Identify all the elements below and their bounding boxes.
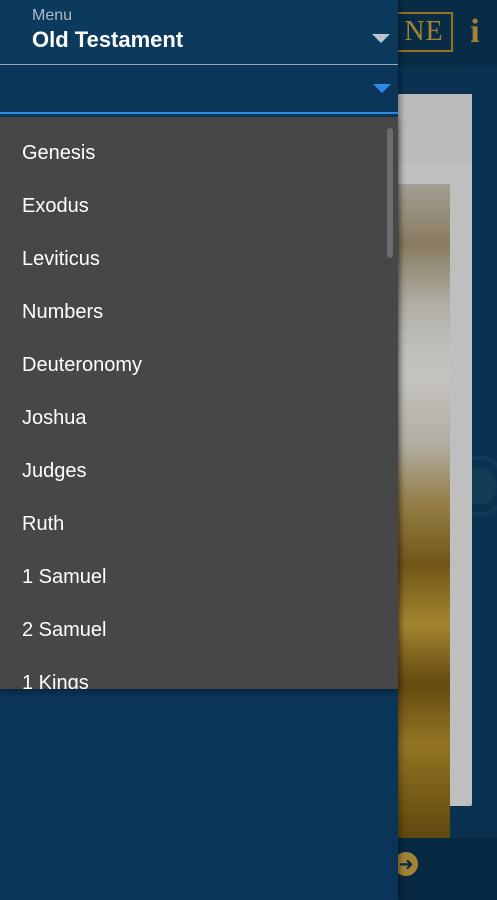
book-selector[interactable] — [0, 65, 398, 113]
dropdown-scrollbar[interactable] — [387, 128, 393, 258]
dropdown-item-numbers[interactable]: Numbers — [0, 286, 398, 339]
menu-caption: Menu — [32, 7, 73, 24]
dropdown-item-1-kings[interactable]: 1 Kings — [0, 657, 398, 689]
dropdown-item-ruth[interactable]: Ruth — [0, 498, 398, 551]
book-selector-underline — [0, 112, 398, 114]
dropdown-item-deuteronomy[interactable]: Deuteronomy — [0, 339, 398, 392]
app-screen: NE i ➜ Menu Old Testament Genesis Exodus… — [0, 0, 497, 900]
dropdown-item-exodus[interactable]: Exodus — [0, 180, 398, 233]
dropdown-item-genesis[interactable]: Genesis — [0, 127, 398, 180]
dropdown-item-1-samuel[interactable]: 1 Samuel — [0, 551, 398, 604]
navigation-drawer: Menu Old Testament Genesis Exodus Leviti… — [0, 0, 398, 900]
menu-selected-value: Old Testament — [32, 27, 184, 52]
menu-selector[interactable]: Menu Old Testament — [0, 0, 398, 64]
dropdown-item-2-samuel[interactable]: 2 Samuel — [0, 604, 398, 657]
dropdown-item-joshua[interactable]: Joshua — [0, 392, 398, 445]
dropdown-arrow-icon[interactable] — [373, 84, 391, 93]
chevron-down-icon[interactable] — [372, 34, 390, 43]
book-dropdown-list[interactable]: Genesis Exodus Leviticus Numbers Deutero… — [0, 117, 398, 689]
dropdown-item-leviticus[interactable]: Leviticus — [0, 233, 398, 286]
dropdown-item-judges[interactable]: Judges — [0, 445, 398, 498]
